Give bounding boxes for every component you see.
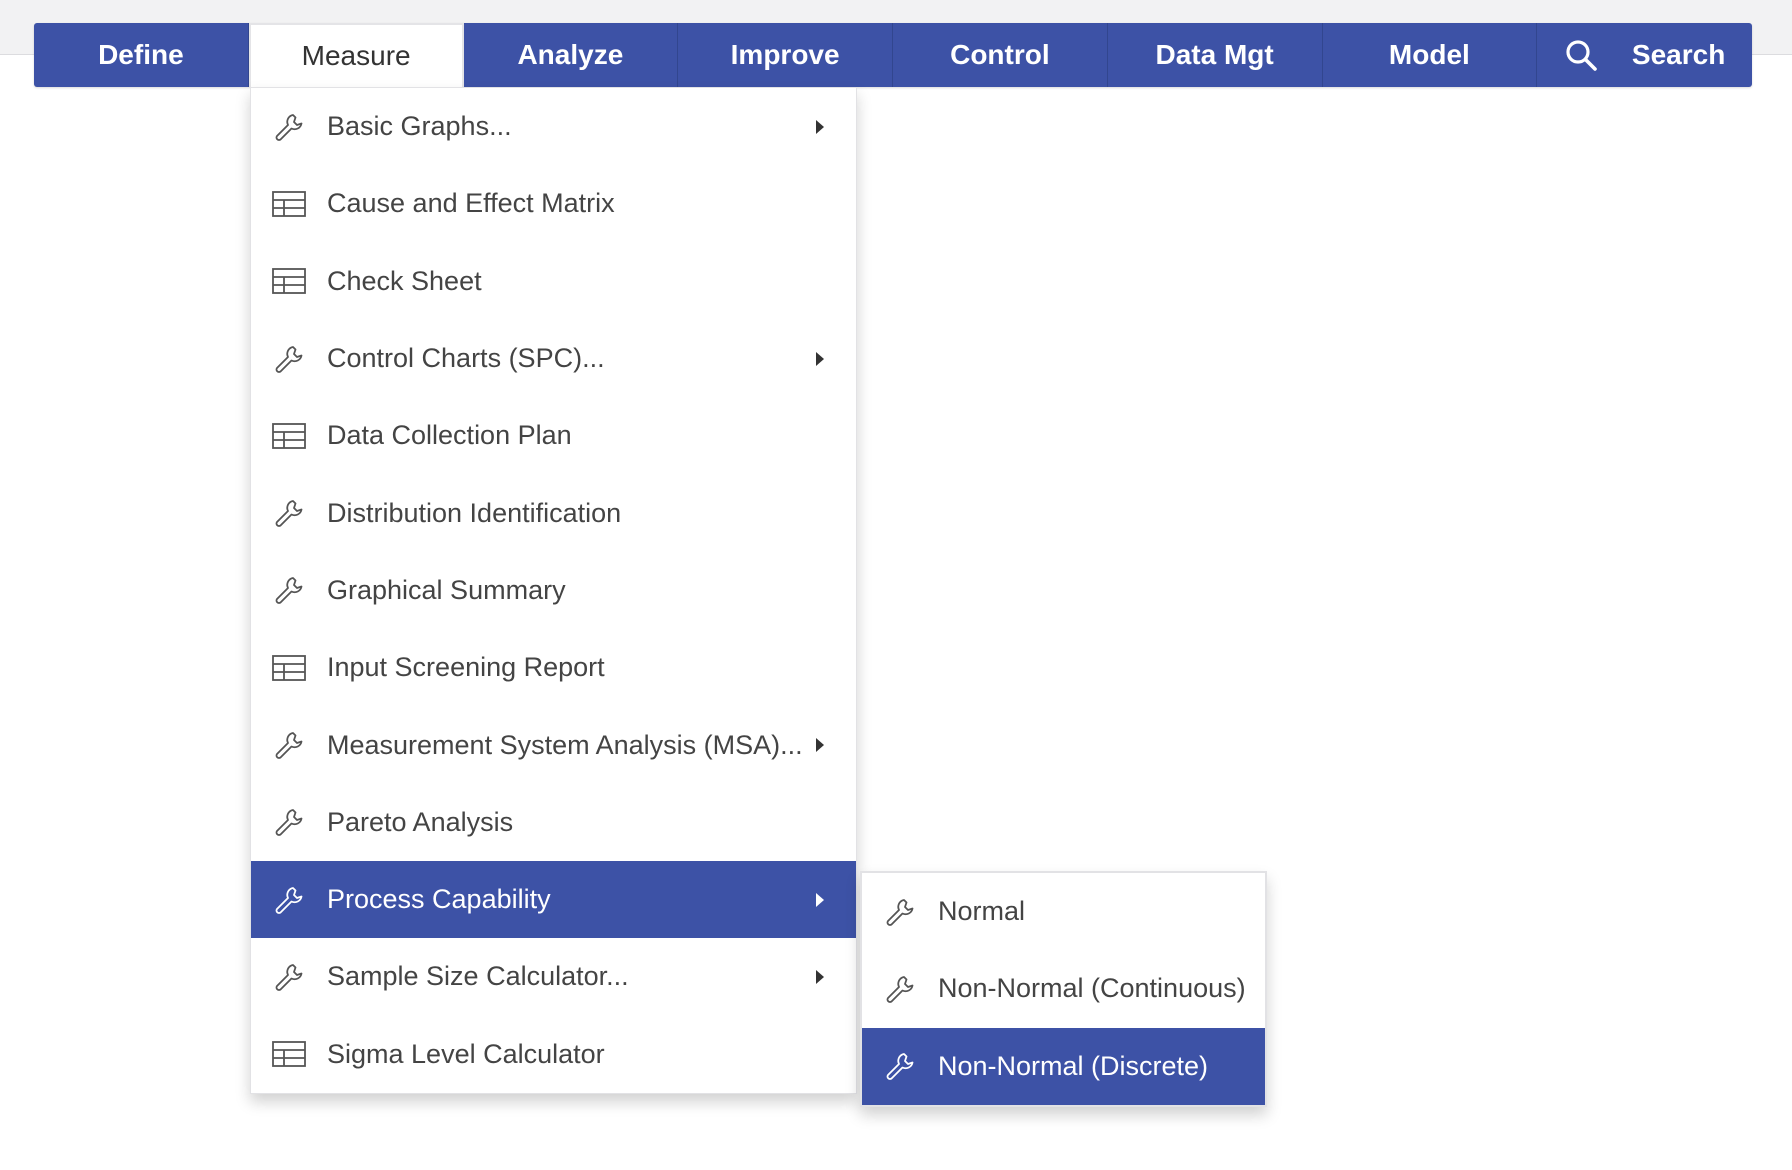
- menu-item-label: Sigma Level Calculator: [327, 1038, 605, 1069]
- menu-item-label: Measurement System Analysis (MSA)...: [327, 729, 803, 760]
- nav-search[interactable]: Search: [1537, 23, 1752, 87]
- menu-item-label: Basic Graphs...: [327, 111, 512, 142]
- table-icon: [271, 263, 307, 299]
- menu-item-sample-size-calculator[interactable]: Sample Size Calculator...: [251, 938, 856, 1015]
- wrench-icon: [271, 882, 307, 918]
- submenu-arrow-icon: [816, 351, 824, 366]
- menu-item-basic-graphs[interactable]: Basic Graphs...: [251, 88, 856, 165]
- submenu-arrow-icon: [816, 119, 824, 134]
- submenu-item-non-normal-continuous[interactable]: Non-Normal (Continuous): [862, 950, 1265, 1027]
- wrench-icon: [882, 1048, 918, 1084]
- submenu-arrow-icon: [816, 969, 824, 984]
- wrench-icon: [271, 495, 307, 531]
- nav-define[interactable]: Define: [34, 23, 249, 87]
- wrench-icon: [271, 804, 307, 840]
- menu-item-label: Control Charts (SPC)...: [327, 343, 605, 374]
- submenu-item-normal[interactable]: Normal: [862, 873, 1265, 950]
- menu-item-label: Distribution Identification: [327, 497, 622, 528]
- menu-item-label: Process Capability: [327, 884, 551, 915]
- wrench-icon: [271, 727, 307, 763]
- submenu-arrow-icon: [816, 892, 824, 907]
- nav-data-mgt[interactable]: Data Mgt: [1108, 23, 1323, 87]
- submenu-item-label: Non-Normal (Discrete): [938, 1050, 1209, 1081]
- menu-item-label: Input Screening Report: [327, 652, 605, 683]
- menu-item-label: Check Sheet: [327, 265, 482, 296]
- main-navbar: Define Measure Analyze Improve Control D…: [34, 23, 1752, 87]
- submenu-arrow-icon: [816, 738, 824, 753]
- wrench-icon: [882, 971, 918, 1007]
- table-icon: [271, 186, 307, 222]
- menu-item-label: Data Collection Plan: [327, 420, 572, 451]
- wrench-icon: [271, 572, 307, 608]
- submenu-item-label: Non-Normal (Continuous): [938, 973, 1246, 1004]
- search-icon: [1564, 38, 1598, 72]
- wrench-icon: [271, 341, 307, 377]
- nav-improve[interactable]: Improve: [678, 23, 893, 87]
- menu-item-distribution-identification[interactable]: Distribution Identification: [251, 474, 856, 551]
- wrench-icon: [271, 109, 307, 145]
- menu-item-control-charts[interactable]: Control Charts (SPC)...: [251, 320, 856, 397]
- submenu-item-label: Normal: [938, 896, 1026, 927]
- menu-item-label: Graphical Summary: [327, 574, 566, 605]
- wrench-icon: [271, 959, 307, 995]
- menu-item-sigma-level-calculator[interactable]: Sigma Level Calculator: [251, 1016, 856, 1093]
- menu-item-input-screening-report[interactable]: Input Screening Report: [251, 629, 856, 706]
- wrench-icon: [882, 894, 918, 930]
- nav-measure[interactable]: Measure: [248, 23, 464, 87]
- menu-item-measurement-system-analysis[interactable]: Measurement System Analysis (MSA)...: [251, 706, 856, 783]
- nav-model[interactable]: Model: [1323, 23, 1538, 87]
- table-icon: [271, 418, 307, 454]
- menu-item-data-collection-plan[interactable]: Data Collection Plan: [251, 397, 856, 474]
- menu-item-graphical-summary[interactable]: Graphical Summary: [251, 552, 856, 629]
- table-icon: [271, 1036, 307, 1072]
- menu-item-check-sheet[interactable]: Check Sheet: [251, 243, 856, 320]
- nav-analyze[interactable]: Analyze: [464, 23, 679, 87]
- submenu-item-non-normal-discrete[interactable]: Non-Normal (Discrete): [862, 1027, 1265, 1105]
- nav-control[interactable]: Control: [893, 23, 1108, 87]
- measure-dropdown-menu: Basic Graphs... Cause and Effect Matrix …: [250, 87, 857, 1094]
- process-capability-submenu: Normal Non-Normal (Continuous) Non-Norma…: [860, 871, 1267, 1107]
- menu-item-label: Pareto Analysis: [327, 806, 514, 837]
- table-icon: [271, 650, 307, 686]
- search-label: Search: [1631, 39, 1726, 70]
- menu-item-label: Cause and Effect Matrix: [327, 188, 615, 219]
- menu-item-pareto-analysis[interactable]: Pareto Analysis: [251, 784, 856, 861]
- menu-item-label: Sample Size Calculator...: [327, 961, 629, 992]
- menu-item-cause-and-effect-matrix[interactable]: Cause and Effect Matrix: [251, 165, 856, 242]
- menu-item-process-capability[interactable]: Process Capability: [251, 860, 856, 939]
